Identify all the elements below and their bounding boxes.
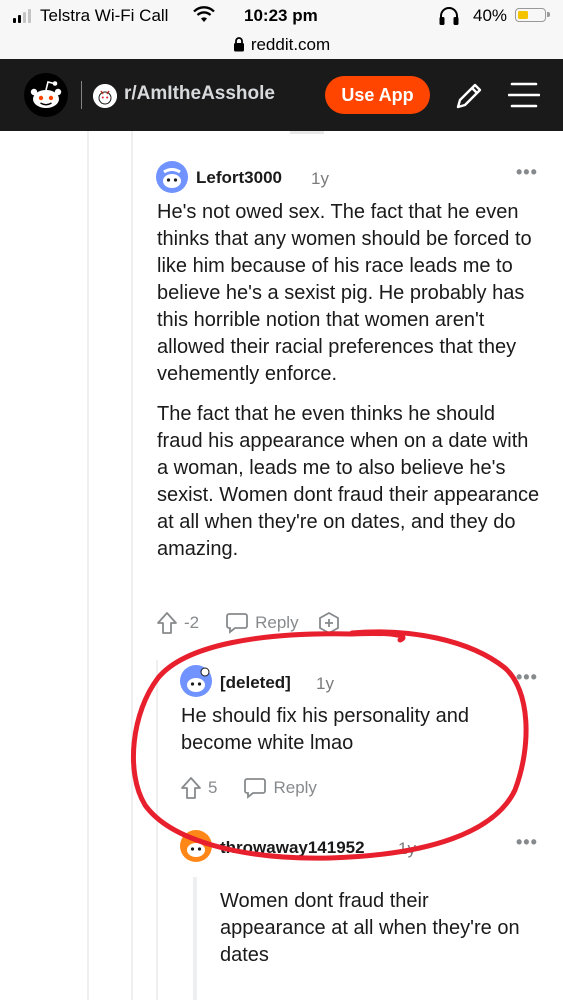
collapsed-edge [290, 131, 324, 134]
quote-paragraph: Women dont fraud their appearance at all… [220, 890, 520, 966]
subreddit-name[interactable]: r/AmItheAsshole [124, 83, 275, 105]
wifi-icon [193, 6, 215, 28]
battery-percent: 40% [473, 6, 508, 25]
carrier-name: Telstra Wi-Fi Call [40, 6, 169, 25]
pencil-icon[interactable] [453, 80, 485, 112]
clock: 10:23 pm [244, 6, 318, 25]
comment-body: He's not owed sex. The fact that he even… [157, 199, 542, 563]
upvote-icon[interactable] [180, 776, 202, 800]
comment-actions: 5 Reply [180, 776, 317, 800]
reddit-logo-icon[interactable] [24, 73, 68, 117]
upvote-icon[interactable] [156, 611, 178, 635]
reply-button[interactable]: Reply [243, 777, 317, 799]
comment-body: He should fix his personality and become… [181, 703, 521, 757]
comment-actions: -2 Reply [156, 611, 341, 635]
more-options-icon[interactable]: ••• [516, 162, 538, 183]
vote-score: -2 [184, 613, 200, 632]
reply-icon [226, 613, 249, 634]
thread-line[interactable] [87, 131, 89, 1000]
comment-age: 1y [398, 839, 416, 858]
status-bar: Telstra Wi-Fi Call 10:23 pm 40% [0, 0, 563, 30]
reply-icon [244, 778, 267, 799]
lock-icon [233, 37, 244, 52]
address-bar[interactable]: reddit.com [0, 30, 563, 59]
avatar[interactable] [156, 161, 188, 193]
more-options-icon[interactable]: ••• [516, 667, 538, 688]
avatar[interactable] [180, 665, 212, 697]
comment-username[interactable]: Lefort3000 [196, 168, 282, 188]
reddit-header: r/AmItheAsshole Use App [0, 59, 563, 131]
reply-button[interactable]: Reply [225, 612, 299, 634]
comment-paragraph: The fact that he even thinks he should f… [157, 403, 540, 560]
comment-paragraph: He should fix his personality and become… [181, 705, 469, 754]
vote-score: 5 [208, 778, 218, 797]
thread-line[interactable] [156, 660, 158, 1000]
comment-paragraph: He's not owed sex. The fact that he even… [157, 201, 532, 385]
reply-label: Reply [273, 778, 317, 797]
comment-username[interactable]: [deleted] [220, 673, 291, 693]
comment-username[interactable]: throwaway141952 [220, 838, 365, 858]
subreddit-icon[interactable] [93, 84, 117, 108]
headphones-icon [437, 6, 461, 31]
use-app-button[interactable]: Use App [325, 76, 430, 114]
url-text: reddit.com [250, 34, 331, 54]
comment-age: 1y [311, 169, 329, 188]
award-icon[interactable] [317, 611, 341, 635]
signal-strength-icon [13, 9, 31, 23]
thread-line[interactable] [131, 131, 133, 1000]
reply-label: Reply [255, 613, 299, 632]
quoted-text: Women dont fraud their appearance at all… [220, 888, 530, 969]
header-divider [81, 81, 82, 109]
avatar[interactable] [180, 830, 212, 862]
battery-icon [515, 8, 550, 22]
more-options-icon[interactable]: ••• [516, 832, 538, 853]
comment-age: 1y [316, 674, 334, 693]
hamburger-menu-icon[interactable] [508, 81, 540, 109]
quote-bar [193, 877, 197, 1000]
